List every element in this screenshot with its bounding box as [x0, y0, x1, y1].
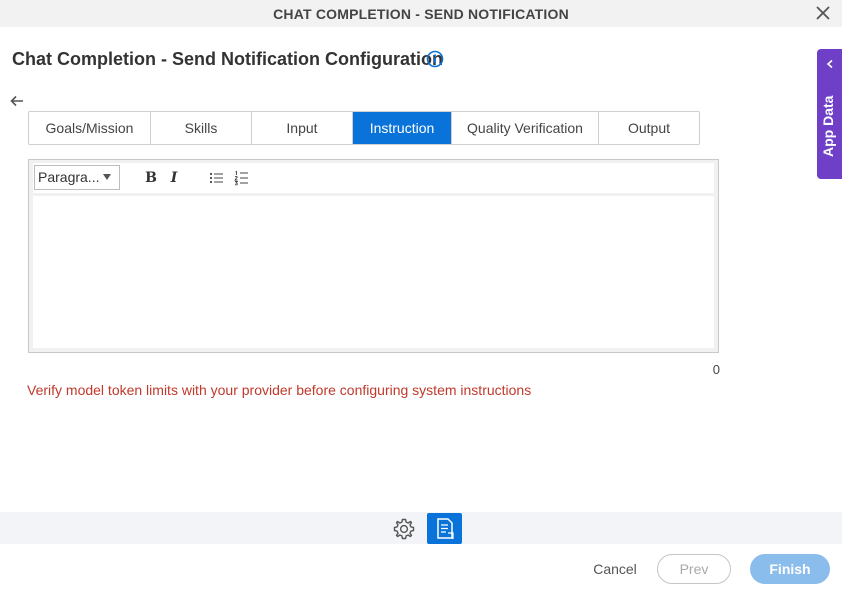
info-icon[interactable]	[426, 50, 444, 68]
page-title: Chat Completion - Send Notification Conf…	[12, 49, 443, 69]
document-button[interactable]	[427, 513, 462, 544]
tab-skills[interactable]: Skills	[151, 112, 252, 144]
prev-button[interactable]: Prev	[657, 554, 731, 584]
tab-goals-mission[interactable]: Goals/Mission	[29, 112, 151, 144]
tab-instruction[interactable]: Instruction	[353, 112, 452, 144]
tab-bar: Goals/Mission Skills Input Instruction Q…	[28, 111, 700, 145]
editor-content-area[interactable]	[33, 196, 714, 348]
tab-quality-verification[interactable]: Quality Verification	[452, 112, 599, 144]
italic-button[interactable]: I	[164, 168, 184, 188]
gear-icon[interactable]	[392, 517, 416, 541]
close-icon[interactable]	[814, 4, 832, 22]
title-bar: CHAT COMPLETION - SEND NOTIFICATION	[0, 0, 842, 27]
caret-down-icon	[103, 174, 111, 180]
numbered-list-icon	[234, 170, 248, 186]
chevron-left-icon	[826, 59, 833, 69]
app-data-panel-toggle[interactable]: App Data	[817, 49, 842, 179]
token-limit-warning: Verify model token limits with your prov…	[27, 382, 532, 398]
document-icon	[437, 518, 454, 539]
cancel-button[interactable]: Cancel	[585, 556, 645, 582]
window-title: CHAT COMPLETION - SEND NOTIFICATION	[273, 6, 569, 22]
paragraph-format-select[interactable]: Paragra...	[34, 165, 120, 190]
app-data-label: App Data	[820, 95, 836, 157]
tab-output[interactable]: Output	[599, 112, 699, 144]
tab-input[interactable]: Input	[252, 112, 353, 144]
dialog: CHAT COMPLETION - SEND NOTIFICATION Chat…	[0, 0, 842, 591]
bold-button[interactable]: B	[141, 168, 161, 188]
finish-button[interactable]: Finish	[750, 554, 830, 584]
arrow-left-icon[interactable]	[9, 93, 25, 109]
rich-text-editor: Paragra... B I	[28, 159, 719, 353]
editor-toolbar: Paragra... B I	[33, 163, 714, 193]
bullet-list-button[interactable]	[207, 168, 227, 188]
bullet-list-icon	[209, 172, 223, 184]
numbered-list-button[interactable]	[232, 168, 252, 188]
bottom-toolbar	[0, 512, 842, 544]
paragraph-format-value: Paragra...	[38, 169, 100, 185]
character-count: 0	[712, 362, 720, 377]
